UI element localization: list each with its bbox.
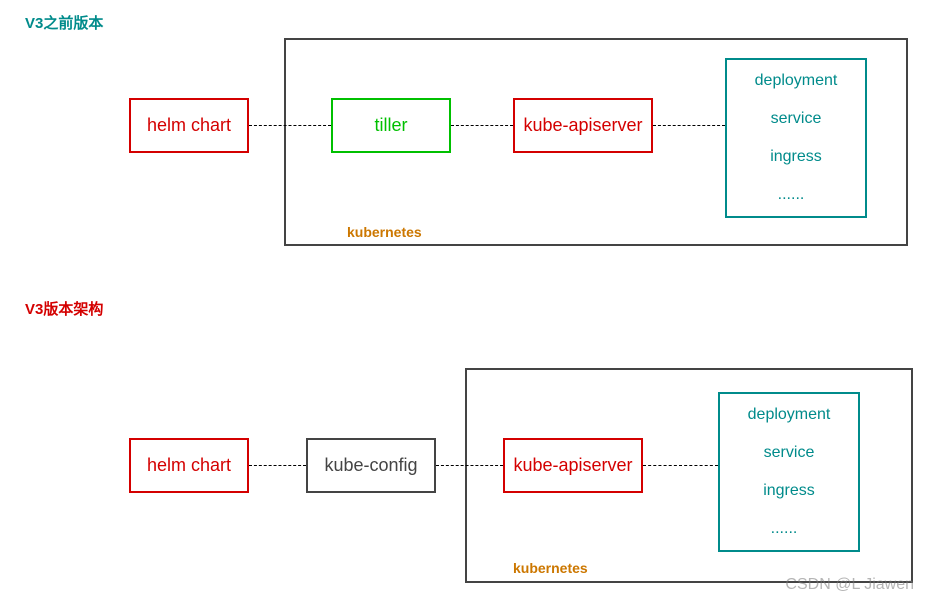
connector-v2-3 bbox=[653, 125, 725, 127]
resource-service-v3: service bbox=[764, 444, 815, 462]
resource-deployment-v3: deployment bbox=[748, 406, 831, 424]
kube-config-label: kube-config bbox=[324, 455, 417, 476]
k8s-label-v2: kubernetes bbox=[347, 224, 422, 240]
kube-apiserver-label: kube-apiserver bbox=[523, 115, 642, 136]
resource-service: service bbox=[771, 110, 822, 128]
helm-chart-box-v3: helm chart bbox=[129, 438, 249, 493]
connector-v3-1 bbox=[249, 465, 306, 467]
connector-v3-2 bbox=[436, 465, 503, 467]
helm-chart-box-v2: helm chart bbox=[129, 98, 249, 153]
watermark: CSDN @L Jiawen bbox=[785, 576, 914, 594]
resource-ingress-v3: ingress bbox=[763, 482, 815, 500]
resources-box-v3: deployment service ingress ...... bbox=[718, 392, 860, 552]
connector-v3-3 bbox=[643, 465, 718, 467]
tiller-label: tiller bbox=[374, 115, 407, 136]
kube-apiserver-box-v2: kube-apiserver bbox=[513, 98, 653, 153]
connector-v2-1 bbox=[249, 125, 331, 127]
k8s-label-v3: kubernetes bbox=[513, 560, 588, 576]
resource-deployment: deployment bbox=[755, 72, 838, 90]
title-v3: V3版本架构 bbox=[25, 298, 103, 319]
resource-ingress: ingress bbox=[770, 148, 822, 166]
tiller-box: tiller bbox=[331, 98, 451, 153]
resources-box-v2: deployment service ingress ...... bbox=[725, 58, 867, 218]
resource-more-v3: ...... bbox=[771, 520, 808, 538]
kube-apiserver-label-v3: kube-apiserver bbox=[513, 455, 632, 476]
helm-chart-label: helm chart bbox=[147, 115, 231, 136]
connector-v2-2 bbox=[451, 125, 513, 127]
resource-more: ...... bbox=[778, 186, 815, 204]
title-v2: V3之前版本 bbox=[25, 12, 103, 33]
kube-config-box: kube-config bbox=[306, 438, 436, 493]
kube-apiserver-box-v3: kube-apiserver bbox=[503, 438, 643, 493]
helm-chart-label-v3: helm chart bbox=[147, 455, 231, 476]
